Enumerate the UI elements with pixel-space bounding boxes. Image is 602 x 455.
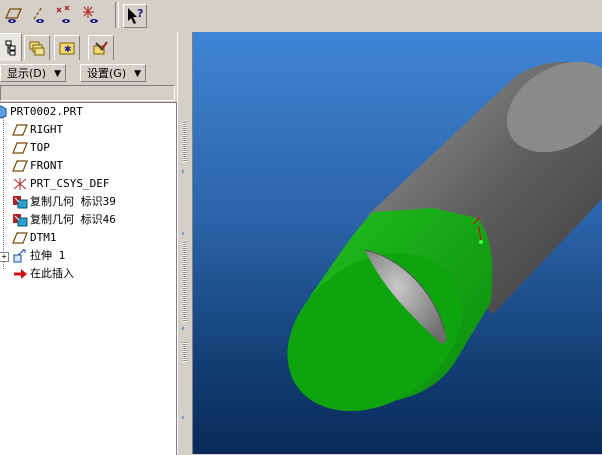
datum-point-display-icon[interactable] — [53, 4, 75, 26]
tree-item-right[interactable]: RIGHT — [0, 121, 176, 139]
svg-text:✱: ✱ — [64, 45, 72, 55]
tree-item-top[interactable]: TOP — [0, 139, 176, 157]
collapse-left-icon[interactable]: ‹ — [181, 324, 185, 334]
extrude-icon — [12, 249, 28, 263]
tree-item-label: FRONT — [30, 159, 64, 172]
splitter-grip — [183, 122, 187, 162]
svg-text:?: ? — [137, 7, 143, 20]
splitter-grip — [183, 342, 187, 362]
model-tree-tab[interactable] — [0, 33, 22, 61]
navigator-menu-bar: 显示(D) ▼ 设置(G) ▼ — [0, 62, 177, 84]
datum-plane-icon — [12, 231, 28, 245]
tree-item-csys[interactable]: PRT_CSYS_DEF — [0, 175, 176, 193]
coordinate-system-icon — [12, 177, 28, 191]
tree-item-label: TOP — [30, 141, 50, 154]
show-menu-label: 显示(D) — [7, 67, 47, 80]
tree-item-label: 复制几何 标识39 — [30, 195, 116, 208]
tree-item-label: 复制几何 标识46 — [30, 213, 116, 226]
model-tree: PRT0002.PRT RIGHT TOP FRONT PRT_CSYS_DEF… — [0, 102, 177, 455]
layers-tab[interactable] — [24, 35, 50, 60]
tree-item-label: PRT_CSYS_DEF — [30, 177, 110, 190]
graphics-viewport[interactable] — [193, 32, 602, 454]
tree-root-label: PRT0002.PRT — [10, 105, 83, 118]
datum-plane-icon — [12, 159, 28, 173]
tree-item-label: 拉伸 1 — [30, 249, 66, 262]
panel-splitter[interactable]: ‹ › ‹ ‹ — [177, 32, 193, 454]
tree-item-extrude-1[interactable]: + 拉伸 1 — [0, 247, 176, 265]
main-toolbar: ? — [0, 0, 602, 33]
datum-marker-point — [479, 240, 483, 244]
tree-item-label: 在此插入 — [30, 267, 74, 280]
expand-right-icon[interactable]: › — [181, 229, 185, 239]
settings-menu-button[interactable]: 设置(G) ▼ — [80, 64, 146, 82]
collapse-left-icon[interactable]: ‹ — [181, 167, 185, 177]
tree-item-copy-geometry-39[interactable]: 复制几何 标识39 — [0, 193, 176, 211]
toolbar-separator — [115, 2, 119, 28]
3d-model-view[interactable] — [193, 32, 602, 454]
chevron-down-icon: ▼ — [134, 69, 141, 79]
tree-root[interactable]: PRT0002.PRT — [0, 103, 176, 121]
insert-here-arrow-icon — [12, 267, 28, 281]
navigator-tabs: ✱ — [0, 32, 177, 61]
coordinate-system-display-icon[interactable] — [80, 4, 102, 26]
context-help-icon[interactable]: ? — [123, 4, 147, 28]
favorites-tab[interactable]: ✱ — [54, 35, 80, 60]
copy-geometry-icon — [12, 213, 28, 227]
settings-menu-label: 设置(G) — [87, 67, 127, 80]
copy-geometry-icon — [12, 195, 28, 209]
datum-plane-display-icon[interactable] — [2, 4, 24, 26]
splitter-grip — [183, 242, 187, 322]
collapse-left-icon[interactable]: ‹ — [181, 413, 185, 423]
tree-item-front[interactable]: FRONT — [0, 157, 176, 175]
tree-item-label: RIGHT — [30, 123, 64, 136]
tree-filter-bar[interactable] — [0, 85, 175, 101]
tree-item-insert-here[interactable]: 在此插入 — [0, 265, 176, 283]
tools-tab[interactable] — [88, 35, 114, 60]
show-menu-button[interactable]: 显示(D) ▼ — [0, 64, 66, 82]
datum-plane-icon — [12, 141, 28, 155]
chevron-down-icon: ▼ — [54, 69, 61, 79]
tree-item-dtm1[interactable]: DTM1 — [0, 229, 176, 247]
expand-toggle-icon[interactable]: + — [0, 252, 9, 262]
tree-item-label: DTM1 — [30, 231, 57, 244]
datum-axis-display-icon[interactable] — [27, 4, 49, 26]
tree-item-copy-geometry-46[interactable]: 复制几何 标识46 — [0, 211, 176, 229]
datum-plane-icon — [12, 123, 28, 137]
navigator-panel: ✱ 显示(D) ▼ 设置(G) ▼ PRT0002.PRT RIGHT TOP … — [0, 32, 177, 455]
